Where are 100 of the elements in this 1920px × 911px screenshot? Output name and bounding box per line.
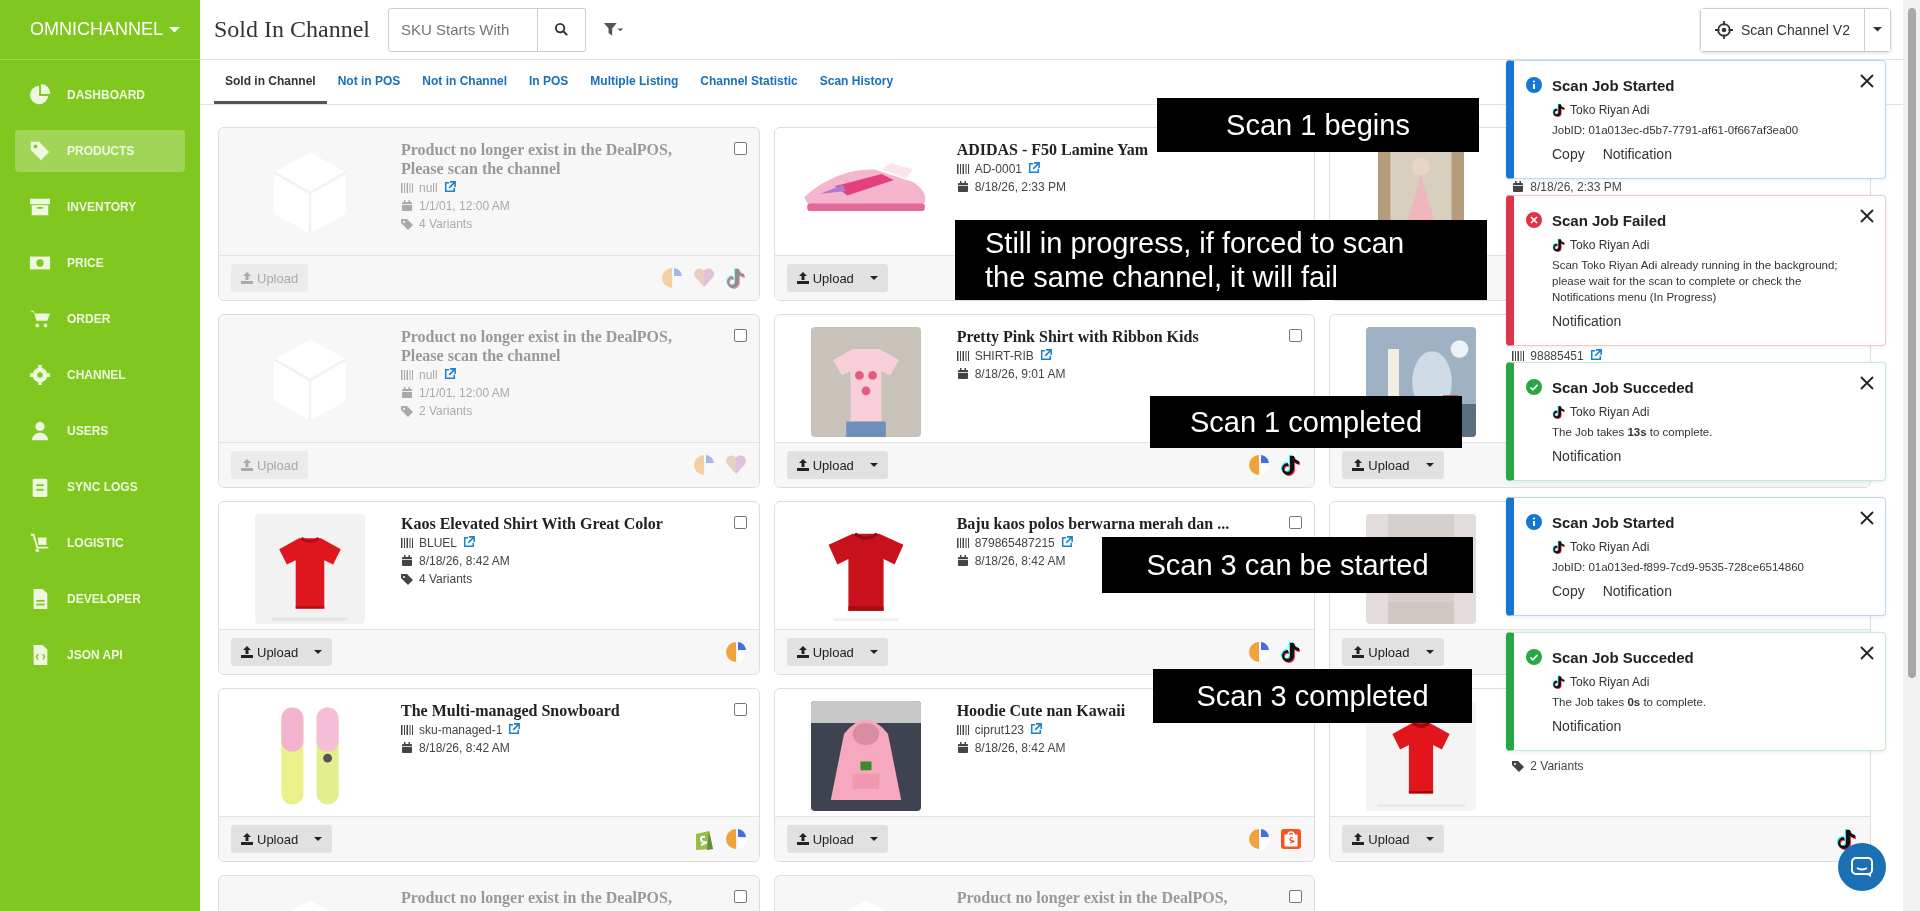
toast-action[interactable]: Notification bbox=[1552, 716, 1622, 736]
toast-title: Scan Job Started bbox=[1552, 76, 1675, 96]
upload-button[interactable]: Upload bbox=[786, 451, 888, 479]
product-date: 8/18/26, 8:42 AM bbox=[419, 742, 510, 754]
dropdown-button[interactable] bbox=[1864, 8, 1890, 51]
annotation-label: Scan 3 completed bbox=[1153, 669, 1472, 723]
page-title: Sold In Channel bbox=[214, 16, 370, 43]
music-note-icon bbox=[1552, 540, 1566, 554]
tab[interactable]: Scan History bbox=[808, 60, 905, 104]
external-link-icon bbox=[1589, 349, 1602, 361]
product-date: 8/18/26, 2:33 PM bbox=[1530, 181, 1622, 193]
toast-action[interactable]: Notification bbox=[1602, 581, 1672, 601]
calendar-icon bbox=[1512, 181, 1525, 193]
close-button[interactable] bbox=[1859, 645, 1875, 661]
tab[interactable]: Not in Channel bbox=[411, 60, 518, 104]
external-link-icon bbox=[1039, 349, 1052, 361]
upload-button[interactable]: Upload bbox=[786, 825, 888, 853]
variant-count: 4 Variants bbox=[419, 218, 473, 230]
external-link[interactable] bbox=[463, 536, 476, 550]
close-icon bbox=[1859, 645, 1875, 661]
upload-icon bbox=[1352, 646, 1365, 658]
chat-button[interactable] bbox=[1838, 843, 1886, 891]
close-icon bbox=[1859, 510, 1875, 526]
scrollbar[interactable] bbox=[1903, 0, 1920, 911]
pie-icon bbox=[724, 828, 747, 850]
upload-button[interactable]: Upload bbox=[231, 638, 333, 666]
search-button[interactable] bbox=[538, 7, 586, 52]
checkbox[interactable] bbox=[733, 703, 747, 716]
close-button[interactable] bbox=[1859, 208, 1875, 224]
barcode-icon bbox=[956, 350, 969, 362]
product-title: Product no longer exist in the DealPOS, Please scan the channel bbox=[401, 327, 673, 365]
product-sku: 98885451 bbox=[1530, 350, 1584, 362]
close-button[interactable] bbox=[1859, 73, 1875, 89]
external-link[interactable] bbox=[508, 723, 521, 737]
tab[interactable]: Multiple Listing bbox=[579, 60, 690, 104]
pie-chart-icon bbox=[29, 84, 51, 106]
music-note-icon bbox=[1552, 675, 1566, 689]
product-sku: null bbox=[419, 369, 438, 381]
upload-button[interactable]: Upload bbox=[786, 264, 888, 292]
product-date: 1/1/01, 12:00 AM bbox=[419, 200, 510, 212]
barcode-icon bbox=[956, 724, 969, 736]
search-field[interactable]: SKU Starts With bbox=[388, 7, 538, 52]
close-button[interactable] bbox=[1859, 375, 1875, 391]
upload-button[interactable]: Upload bbox=[1342, 825, 1444, 853]
channel-name: Toko Riyan Adi bbox=[1570, 405, 1650, 419]
tag-icon bbox=[401, 573, 413, 585]
channel-name: Toko Riyan Adi bbox=[1570, 238, 1650, 252]
product-sku: 879865487215 bbox=[974, 537, 1055, 549]
external-link[interactable] bbox=[1060, 536, 1073, 550]
toast-message: JobID: 01a013ed-f899-7cd9-9535-728ce6514860 bbox=[1552, 560, 1804, 575]
close-icon bbox=[1859, 73, 1875, 89]
checkbox[interactable] bbox=[1289, 516, 1303, 529]
product-date: 8/18/26, 2:33 PM bbox=[974, 181, 1067, 193]
external-link-icon bbox=[1028, 162, 1041, 174]
hand-truck-icon bbox=[29, 532, 51, 554]
music-note-icon bbox=[1280, 641, 1303, 663]
tab[interactable]: In POS bbox=[518, 60, 580, 104]
external-link[interactable] bbox=[1039, 349, 1052, 363]
tab[interactable]: Channel Statistic bbox=[689, 60, 809, 104]
checkbox[interactable] bbox=[1289, 329, 1303, 342]
external-link[interactable] bbox=[443, 181, 456, 195]
upload-button[interactable]: Upload bbox=[786, 638, 888, 666]
upload-button[interactable]: Upload bbox=[1342, 451, 1444, 479]
tab[interactable]: Sold in Channel bbox=[214, 60, 327, 104]
tag-icon bbox=[401, 405, 413, 417]
product-date: 8/18/26, 8:42 AM bbox=[974, 555, 1066, 567]
chat-icon bbox=[1851, 857, 1873, 877]
music-note-icon bbox=[724, 267, 747, 289]
variant-count: 2 Variants bbox=[1530, 760, 1584, 772]
toast-message: The Job takes 13s to complete. bbox=[1552, 425, 1714, 440]
checkbox[interactable] bbox=[733, 890, 747, 903]
product-title: Product no longer exist in the DealPOS, bbox=[401, 888, 672, 907]
upload-icon bbox=[796, 459, 809, 471]
upload-button[interactable]: Upload bbox=[231, 825, 333, 853]
toast-action[interactable]: Notification bbox=[1552, 311, 1622, 331]
tag-icon bbox=[1512, 760, 1525, 772]
external-link[interactable] bbox=[443, 368, 456, 382]
tab[interactable]: Not in POS bbox=[326, 60, 412, 104]
product-date: 8/18/26, 8:42 AM bbox=[419, 555, 510, 567]
external-link[interactable] bbox=[1028, 162, 1041, 176]
checkbox[interactable] bbox=[733, 516, 747, 529]
user-icon bbox=[29, 420, 51, 442]
toast-action[interactable]: Copy bbox=[1552, 581, 1585, 601]
close-button[interactable] bbox=[1859, 510, 1875, 526]
checkbox[interactable] bbox=[733, 142, 747, 155]
checkbox[interactable] bbox=[1289, 890, 1303, 903]
toast-action[interactable]: Notification bbox=[1552, 446, 1622, 466]
checkbox[interactable] bbox=[733, 329, 747, 342]
scan-channel-button[interactable]: Scan Channel V2 bbox=[1701, 8, 1864, 51]
external-link[interactable] bbox=[1030, 723, 1043, 737]
filter-button[interactable] bbox=[604, 23, 624, 36]
upload-icon bbox=[796, 833, 809, 845]
annotation-label: Scan 1 completed bbox=[1150, 396, 1462, 448]
pie-icon bbox=[1248, 641, 1271, 663]
upload-icon bbox=[1352, 459, 1365, 471]
external-link[interactable] bbox=[1589, 349, 1602, 363]
external-link-icon bbox=[1060, 536, 1073, 548]
upload-button[interactable]: Upload bbox=[1342, 638, 1444, 666]
toast-action[interactable]: Copy bbox=[1552, 144, 1585, 164]
toast-action[interactable]: Notification bbox=[1602, 144, 1672, 164]
